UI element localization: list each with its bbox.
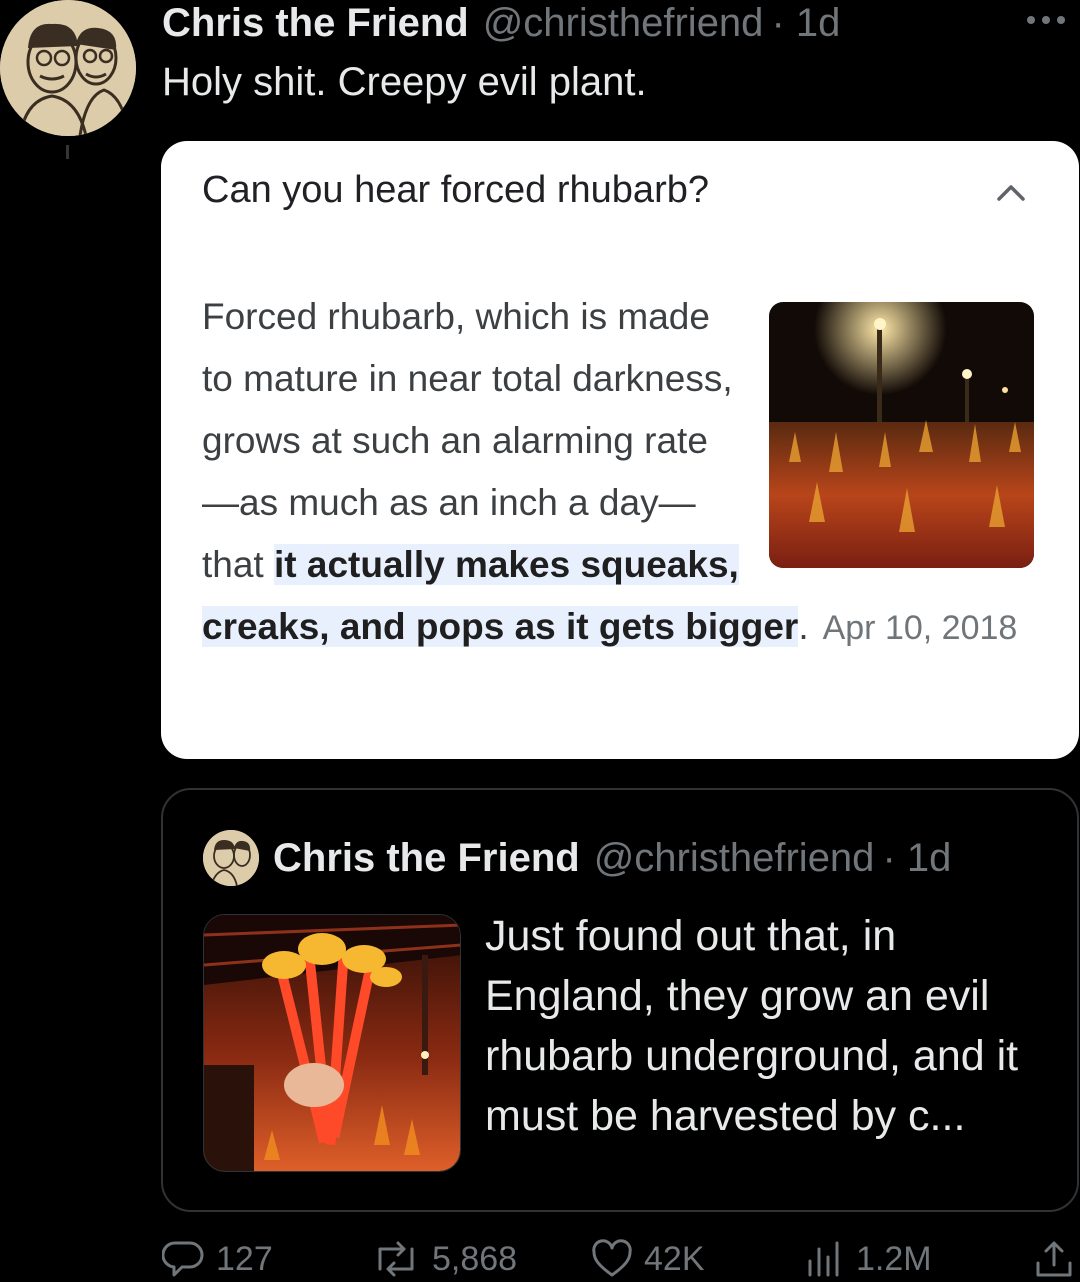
tweet-time[interactable]: · 1d	[771, 1, 840, 46]
quoted-author-name[interactable]: Chris the Friend	[273, 836, 580, 881]
like-icon	[592, 1239, 632, 1277]
snippet-text: Forced rhubarb, which is made to mature …	[202, 296, 733, 585]
repost-icon	[378, 1241, 414, 1277]
repost-count: 5,868	[432, 1239, 518, 1278]
chevron-up-icon	[997, 185, 1025, 201]
snippet-date: Apr 10, 2018	[822, 609, 1018, 647]
snippet-highlight: it actually makes squeaks, creaks, and p…	[202, 544, 799, 647]
tweet-header: Chris the Friend @christhefriend · 1d	[162, 0, 840, 46]
author-handle[interactable]: @christhefriend	[483, 1, 764, 46]
quoted-tweet[interactable]: Chris the Friend @christhefriend · 1d Ju…	[161, 788, 1079, 1212]
author-avatar[interactable]	[0, 0, 136, 136]
like-button[interactable]: 42K	[590, 1236, 705, 1282]
views-button[interactable]: 1.2M	[802, 1236, 932, 1282]
quoted-tweet-text: Just found out that, in England, they gr…	[485, 912, 1019, 1140]
rhubarb-shed-image	[769, 302, 1034, 568]
snippet-question: Can you hear forced rhubarb?	[202, 169, 709, 211]
views-count: 1.2M	[856, 1239, 932, 1278]
rhubarb-harvest-image[interactable]	[203, 914, 461, 1172]
tweet-text: Holy shit. Creepy evil plant.	[162, 60, 647, 104]
reply-count: 127	[216, 1239, 273, 1278]
snippet-card[interactable]: Can you hear forced rhubarb? Forced rhub…	[161, 141, 1079, 759]
like-count: 42K	[644, 1239, 705, 1278]
repost-button[interactable]: 5,868	[370, 1236, 517, 1282]
quoted-author-handle[interactable]: @christhefriend	[594, 836, 875, 881]
thread-line	[66, 145, 69, 159]
author-name[interactable]: Chris the Friend	[162, 1, 469, 46]
reply-button[interactable]: 127	[162, 1236, 273, 1282]
reply-icon	[162, 1241, 204, 1277]
quoted-tweet-time[interactable]: · 1d	[882, 836, 951, 881]
quoted-author-avatar[interactable]	[203, 830, 259, 886]
share-icon	[1036, 1241, 1072, 1277]
quoted-tweet-header: Chris the Friend @christhefriend · 1d	[203, 830, 951, 886]
views-icon	[808, 1241, 839, 1277]
more-icon[interactable]	[1024, 10, 1068, 30]
action-bar: 127 5,868 42K 1.2M	[162, 1236, 1080, 1282]
share-button[interactable]	[1032, 1236, 1080, 1282]
snippet-body: Forced rhubarb, which is made to mature …	[202, 286, 1034, 659]
snippet-end: .	[798, 606, 809, 647]
